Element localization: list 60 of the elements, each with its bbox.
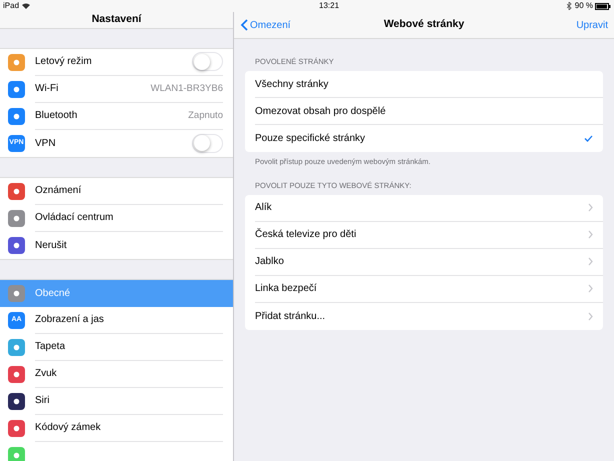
list-row[interactable]: Přidat stránku...	[255, 302, 603, 330]
back-button[interactable]: Omezení	[240, 18, 330, 32]
settings-row[interactable]: Letový režim	[0, 48, 233, 76]
row-label: Oznámení	[35, 184, 82, 198]
row-label: Zobrazení a jas	[35, 313, 104, 328]
chevron-right-icon	[588, 284, 593, 294]
list-row[interactable]: Jablko	[255, 248, 603, 276]
row-label: Jablko	[255, 255, 285, 270]
row-label: Obecné	[35, 286, 70, 301]
chevron-left-icon	[240, 19, 248, 31]
row-label: Přidat stránku...	[255, 310, 326, 324]
row-label: Všechny stránky	[255, 78, 330, 92]
settings-row[interactable]: Siri	[0, 388, 233, 415]
battery-icon	[595, 2, 611, 10]
row-label: Česká televize pro děti	[255, 227, 358, 242]
settings-row[interactable]: Zvuk	[0, 360, 233, 388]
list-row[interactable]: Česká televize pro děti	[255, 222, 603, 249]
settings-row[interactable]: Wi-Fi WLAN1-BR3YB6	[0, 76, 233, 103]
row-label: Linka bezpečí	[255, 282, 318, 296]
row-label: Bluetooth	[35, 109, 78, 124]
chevron-right-icon	[588, 230, 593, 240]
chevron-right-icon	[588, 257, 593, 266]
row-label: VPN	[35, 136, 56, 151]
row-label: Letový režim	[35, 55, 92, 70]
row-label: Siri	[35, 394, 50, 408]
row-label: Ovládací centrum	[35, 211, 114, 226]
chevron-right-icon	[588, 312, 593, 321]
page-title: Webové stránky	[382, 17, 466, 32]
bluetooth-icon	[566, 2, 572, 10]
sidebar-title: Nastavení	[92, 12, 142, 27]
toggle-switch[interactable]	[192, 52, 223, 72]
battery-level: 90 %	[574, 0, 593, 12]
list-row[interactable]: Všechny stránky	[255, 71, 603, 98]
row-label: Pouze specifické stránky	[255, 132, 366, 146]
device-name: iPad	[3, 0, 20, 12]
edit-button[interactable]: Upravit	[518, 18, 608, 32]
row-label: Tapeta	[35, 340, 66, 354]
checkmark-icon	[584, 135, 593, 142]
settings-row[interactable]: Nerušit	[0, 232, 233, 259]
list-row[interactable]: Linka bezpečí	[255, 276, 603, 303]
list-row[interactable]: Pouze specifické stránky	[255, 125, 603, 152]
row-label: Kódový zámek	[35, 421, 101, 436]
settings-row[interactable]: Ovládací centrum	[0, 204, 233, 232]
row-value: Zapnuto	[188, 108, 223, 123]
row-label: Alík	[255, 201, 273, 216]
row-label: Omezovat obsah pro dospělé	[255, 104, 387, 119]
row-value: WLAN1-BR3YB6	[150, 82, 223, 96]
settings-row[interactable]: Oznámení	[0, 178, 233, 205]
toggle-switch[interactable]	[192, 134, 223, 153]
row-label: Zvuk	[35, 367, 57, 382]
chevron-right-icon	[588, 203, 593, 212]
row-label: Nerušit	[35, 238, 67, 253]
clock: 13:21	[319, 0, 340, 12]
settings-row[interactable]: Bluetooth Zapnuto	[0, 102, 233, 130]
settings-row[interactable]: Tapeta	[0, 334, 233, 361]
list-row[interactable]: Omezovat obsah pro dospělé	[255, 98, 603, 126]
list-row[interactable]: Alík	[255, 194, 603, 222]
wifi-icon	[22, 3, 30, 9]
row-label: Wi-Fi	[35, 82, 58, 96]
settings-row[interactable]: Kódový zámek	[0, 414, 233, 442]
